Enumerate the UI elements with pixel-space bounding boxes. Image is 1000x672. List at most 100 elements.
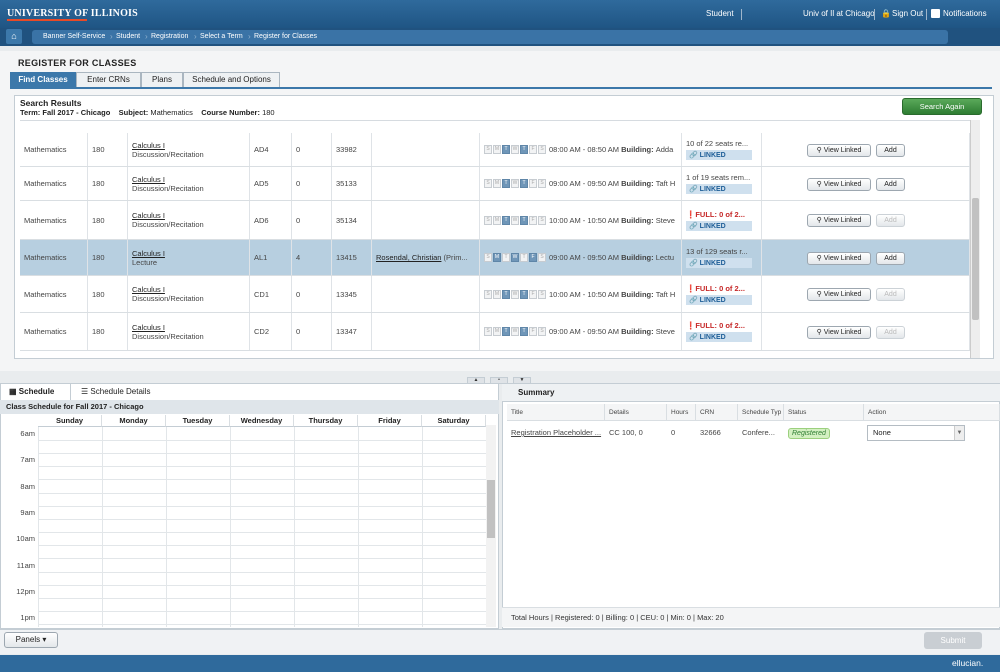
hour-label: 6am: [20, 429, 35, 438]
chevron-down-icon[interactable]: ▼: [954, 426, 964, 440]
breadcrumb-select-term[interactable]: Select a Term: [200, 33, 243, 40]
student-link[interactable]: Student: [706, 9, 734, 18]
grid-line: [38, 558, 486, 560]
tab-find-classes[interactable]: Find Classes: [10, 72, 76, 88]
course-title-link[interactable]: Calculus I: [132, 175, 165, 184]
campus-link[interactable]: Univ of Il at Chicago: [803, 9, 875, 18]
notifications-icon[interactable]: [931, 9, 940, 18]
brand-bar: [0, 655, 1000, 672]
linked-badge[interactable]: 🔗 LINKED: [686, 332, 752, 342]
hours-cell: 0: [292, 276, 332, 312]
course-title-link[interactable]: Calculus I: [132, 323, 165, 332]
course-title-link[interactable]: Calculus I: [132, 211, 165, 220]
building-value: Lectu: [655, 253, 675, 262]
col-crn[interactable]: CRN: [696, 404, 738, 421]
day-indicators: SMTWTFS: [484, 253, 546, 262]
linked-label: LINKED: [699, 152, 726, 159]
meeting-time: 10:00 AM - 10:50 AM: [549, 289, 620, 299]
col-hours[interactable]: Hours: [667, 404, 696, 421]
view-linked-button[interactable]: ⚲ View Linked: [807, 214, 871, 227]
tab-enter-crns[interactable]: Enter CRNs: [76, 72, 141, 88]
course-title-link[interactable]: Calculus I: [132, 285, 165, 294]
course-title-link[interactable]: Calculus I: [132, 141, 165, 150]
panels-button[interactable]: Panels ▾: [4, 632, 58, 648]
table-row[interactable]: Mathematics 180 Calculus I Discussion/Recit…: [20, 201, 970, 240]
action-select[interactable]: None: [867, 425, 965, 441]
search-again-button[interactable]: Search Again: [902, 98, 982, 115]
status-cell: ❗FULL: 0 of 2... 🔗 LINKED: [682, 276, 762, 312]
linked-badge[interactable]: 🔗 LINKED: [686, 184, 752, 194]
breadcrumb-register[interactable]: Register for Classes: [254, 33, 317, 40]
hours-cell: 0: [292, 201, 332, 239]
notifications-link[interactable]: Notifications: [943, 9, 987, 18]
view-linked-button[interactable]: ⚲ View Linked: [807, 252, 871, 265]
day-box: W: [511, 145, 519, 154]
grid-line: [38, 440, 486, 441]
meeting-times-cell: S M T W T F S 09:00 AM - 09:50 AM Building: Taf…: [480, 167, 682, 200]
view-linked-button[interactable]: ⚲ View Linked: [807, 288, 871, 301]
tab-schedule-options[interactable]: Schedule and Options: [183, 72, 280, 88]
course-title-link[interactable]: Calculus I: [132, 249, 165, 258]
calendar-grid: Sunday Monday Tuesday Wednesday Thursday Frid…: [0, 415, 486, 627]
meeting-times-cell: S M T W T F S 09:00 AM - 09:50 AM Building: Ste…: [480, 313, 682, 350]
scrollbar-thumb[interactable]: [972, 198, 979, 320]
table-row[interactable]: Mathematics 180 Calculus I Discussion/Recit…: [20, 276, 970, 313]
results-table: Mathematics 180 Calculus I Discussion/Recit…: [20, 120, 970, 358]
linked-badge[interactable]: 🔗 LINKED: [686, 294, 752, 305]
col-title[interactable]: Title: [507, 404, 605, 421]
course-title-cell: Calculus I Lecture: [128, 240, 250, 275]
tab-schedule[interactable]: ▦ Schedule: [1, 384, 71, 400]
home-icon[interactable]: ⌂: [6, 29, 22, 44]
tab-schedule-details[interactable]: ☰ Schedule Details: [73, 384, 173, 400]
add-button[interactable]: Add: [876, 288, 905, 301]
crn-cell: 13345: [332, 276, 372, 312]
section-cell: AD4: [250, 133, 292, 166]
linked-badge[interactable]: 🔗 LINKED: [686, 220, 752, 231]
table-row[interactable]: Mathematics 180 Calculus I Lecture AL1 4 13415…: [20, 240, 970, 276]
day-box: M: [493, 179, 501, 188]
table-row[interactable]: Mathematics 180 Calculus I Discussion/Recit…: [20, 133, 970, 167]
course-cell: 180: [88, 313, 128, 350]
breadcrumb-registration[interactable]: Registration: [151, 33, 188, 40]
university-logo[interactable]: UNIVERSITY OF ILLINOIS: [7, 8, 138, 19]
status-cell: 10 of 22 seats re... 🔗 LINKED: [682, 133, 762, 166]
meeting-times-cell: S M T W T F S 10:00 AM - 10:50 AM Building: Ste…: [480, 201, 682, 239]
table-row[interactable]: Mathematics 180 Calculus I Discussion/Recit…: [20, 313, 970, 351]
col-schedule-type[interactable]: Schedule Typ: [738, 404, 784, 421]
grid-line: [38, 531, 486, 533]
view-linked-button[interactable]: ⚲ View Linked: [807, 144, 871, 157]
course-label: Course Number:: [201, 108, 260, 117]
scrollbar-thumb[interactable]: [487, 480, 495, 538]
day-box: T: [520, 145, 528, 154]
alert-icon: ❗: [686, 283, 696, 293]
summary-crn: 32666: [700, 428, 721, 437]
linked-badge[interactable]: 🔗 LINKED: [686, 150, 752, 160]
col-details[interactable]: Details: [605, 404, 667, 421]
breadcrumb-student[interactable]: Student: [116, 33, 140, 40]
table-row[interactable]: Mathematics 180 Calculus I Discussion/Recit…: [20, 167, 970, 201]
day-box: S: [538, 289, 546, 299]
sign-out-link[interactable]: Sign Out: [892, 9, 923, 18]
tab-plans[interactable]: Plans: [141, 72, 183, 88]
building-label: Building:: [621, 289, 654, 299]
building-label: Building:: [621, 253, 654, 262]
add-button[interactable]: Add: [876, 326, 905, 339]
instructor-link[interactable]: Rosendal, Christian: [376, 253, 441, 262]
add-button[interactable]: Add: [876, 178, 905, 191]
breadcrumb-banner[interactable]: Banner Self-Service: [43, 33, 105, 40]
add-button[interactable]: Add: [876, 214, 905, 227]
add-button[interactable]: Add: [876, 252, 905, 265]
crn-cell: 35133: [332, 167, 372, 200]
day-box: S: [538, 215, 546, 225]
linked-badge[interactable]: 🔗 LINKED: [686, 258, 752, 268]
submit-button[interactable]: Submit: [924, 632, 982, 649]
col-action[interactable]: Action: [864, 404, 1000, 421]
view-linked-button[interactable]: ⚲ View Linked: [807, 326, 871, 339]
view-linked-button[interactable]: ⚲ View Linked: [807, 178, 871, 191]
summary-course-title[interactable]: Registration Placeholder ...: [507, 424, 605, 442]
instructor-cell: [372, 133, 480, 166]
course-cell: 180: [88, 276, 128, 312]
link-icon: 🔗: [689, 260, 698, 267]
add-button[interactable]: Add: [876, 144, 905, 157]
col-status[interactable]: Status: [784, 404, 864, 421]
